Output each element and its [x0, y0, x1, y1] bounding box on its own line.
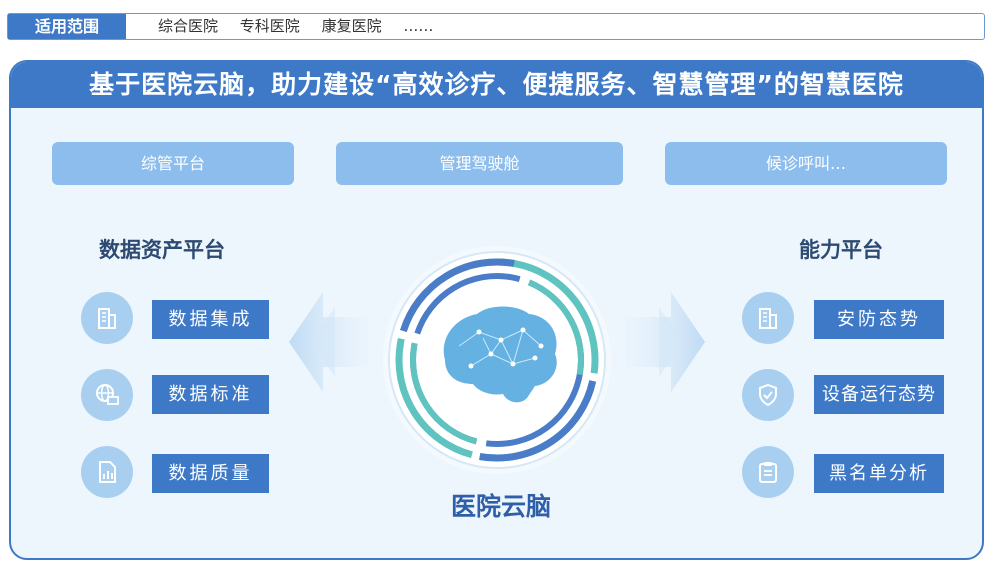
pill-integrated-platform: 综管平台: [52, 142, 294, 185]
feature-data-integration: 数据集成: [152, 300, 269, 339]
scope-item-general: 综合医院: [158, 17, 219, 35]
right-arrow-icon: [625, 292, 705, 392]
left-section-title: 数据资产平台: [99, 238, 225, 262]
left-arrow-icon: [289, 292, 369, 392]
shield-check-icon: [742, 369, 794, 421]
scope-item-specialty: 专科医院: [239, 17, 300, 35]
building-icon: [81, 292, 133, 344]
brain-hub: [379, 242, 615, 478]
pill-management-cockpit: 管理驾驶舱: [336, 142, 623, 185]
feature-equipment-status: 设备运行态势: [814, 375, 944, 414]
feature-blacklist-analysis: 黑名单分析: [814, 454, 944, 493]
pill-queue-call: 候诊呼叫…: [665, 142, 947, 185]
scope-tag: 适用范围: [8, 14, 126, 39]
main-card: 基于医院云脑，助力建设“高效诊疗、便捷服务、智慧管理”的智慧医院 综管平台 管理…: [9, 60, 984, 560]
building-icon: [742, 292, 794, 344]
scope-bar: 适用范围 综合医院 专科医院 康复医院 ……: [7, 13, 985, 40]
feature-security-situation: 安防态势: [814, 300, 944, 339]
feature-data-standard: 数据标准: [152, 375, 269, 414]
globe-monitor-icon: [81, 369, 133, 421]
feature-data-quality: 数据质量: [152, 454, 269, 493]
right-section-title: 能力平台: [799, 238, 883, 262]
main-title: 基于医院云脑，助力建设“高效诊疗、便捷服务、智慧管理”的智慧医院: [11, 62, 982, 108]
brain-icon: [383, 246, 611, 474]
clipboard-list-icon: [742, 446, 794, 498]
brain-label: 医院云脑: [450, 492, 551, 521]
report-chart-icon: [81, 446, 133, 498]
scope-item-more: ……: [403, 17, 434, 35]
scope-items: 综合医院 专科医院 康复医院 ……: [158, 14, 450, 39]
scope-item-rehab: 康复医院: [321, 17, 382, 35]
